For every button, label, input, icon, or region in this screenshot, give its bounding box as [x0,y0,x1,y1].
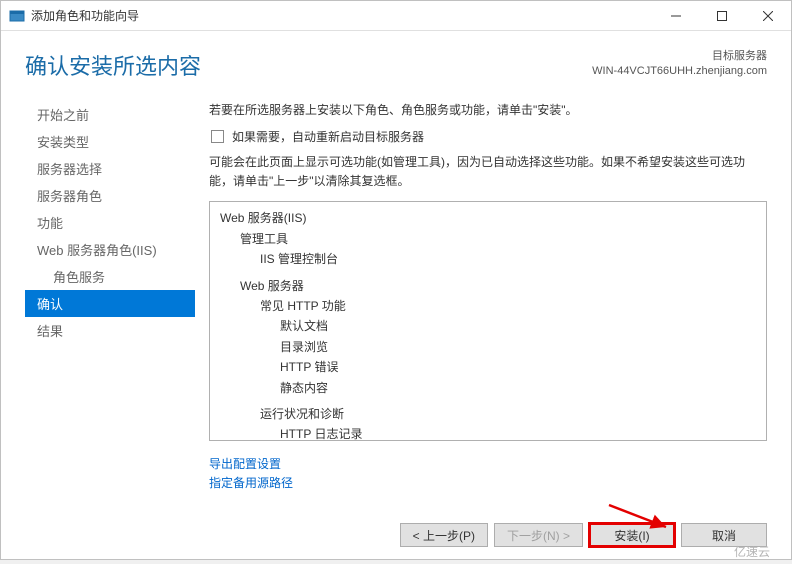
next-button[interactable]: 下一步(N) > [494,523,583,547]
tree-item: 目录浏览 [220,337,756,357]
app-icon [9,8,25,24]
sidebar-item-8[interactable]: 结果 [25,317,195,344]
minimize-button[interactable] [653,1,699,31]
restart-checkbox[interactable] [211,130,224,143]
instruction-text: 若要在所选服务器上安装以下角色、角色服务或功能，请单击"安装"。 [209,101,767,118]
sidebar-item-4[interactable]: 功能 [25,209,195,236]
window-controls [653,1,791,31]
window-title: 添加角色和功能向导 [31,7,653,24]
tree-item: HTTP 错误 [220,357,756,377]
titlebar: 添加角色和功能向导 [1,1,791,31]
restart-checkbox-label: 如果需要，自动重新启动目标服务器 [232,128,424,145]
restart-checkbox-row[interactable]: 如果需要，自动重新启动目标服务器 [209,128,767,145]
server-info: 目标服务器 WIN-44VCJT66UHH.zhenjiang.com [592,49,767,80]
tree-item: HTTP 日志记录 [220,424,756,439]
tree-item: IIS 管理控制台 [220,249,756,269]
sidebar-item-7[interactable]: 确认 [25,290,195,317]
content: 开始之前安装类型服务器选择服务器角色功能Web 服务器角色(IIS)角色服务确认… [1,91,791,515]
footer: < 上一步(P) 下一步(N) > 安装(I) 取消 [1,515,791,559]
feature-tree-scroll[interactable]: Web 服务器(IIS)管理工具IIS 管理控制台 Web 服务器常见 HTTP … [210,202,766,439]
previous-button[interactable]: < 上一步(P) [400,523,488,547]
main-panel: 若要在所选服务器上安装以下角色、角色服务或功能，请单击"安装"。 如果需要，自动… [195,91,767,509]
export-config-link[interactable]: 导出配置设置 [209,455,767,474]
tree-item: Web 服务器 [220,276,756,296]
tree-item: 静态内容 [220,378,756,398]
page-title: 确认安装所选内容 [25,49,201,81]
sidebar: 开始之前安装类型服务器选择服务器角色功能Web 服务器角色(IIS)角色服务确认… [25,91,195,509]
cancel-button[interactable]: 取消 [681,523,767,547]
tree-item: 管理工具 [220,229,756,249]
tree-item: 运行状况和诊断 [220,404,756,424]
header: 确认安装所选内容 目标服务器 WIN-44VCJT66UHH.zhenjiang… [1,31,791,91]
feature-tree-box: Web 服务器(IIS)管理工具IIS 管理控制台 Web 服务器常见 HTTP … [209,201,767,440]
tree-item: 默认文档 [220,316,756,336]
sidebar-item-3[interactable]: 服务器角色 [25,182,195,209]
links: 导出配置设置 指定备用源路径 [209,455,767,493]
sidebar-item-6[interactable]: 角色服务 [25,263,195,290]
wizard-window: 添加角色和功能向导 确认安装所选内容 目标服务器 WIN-44VCJT66UHH… [0,0,792,560]
sidebar-item-1[interactable]: 安装类型 [25,128,195,155]
note-text: 可能会在此页面上显示可选功能(如管理工具)，因为已自动选择这些功能。如果不希望安… [209,153,767,191]
maximize-button[interactable] [699,1,745,31]
install-button[interactable]: 安装(I) [589,523,675,547]
tree-item: 常见 HTTP 功能 [220,296,756,316]
sidebar-item-0[interactable]: 开始之前 [25,101,195,128]
server-label: 目标服务器 [592,49,767,64]
close-button[interactable] [745,1,791,31]
alt-source-link[interactable]: 指定备用源路径 [209,474,767,493]
tree-item: Web 服务器(IIS) [220,208,756,228]
server-name: WIN-44VCJT66UHH.zhenjiang.com [592,64,767,79]
sidebar-item-5[interactable]: Web 服务器角色(IIS) [25,236,195,263]
sidebar-item-2[interactable]: 服务器选择 [25,155,195,182]
